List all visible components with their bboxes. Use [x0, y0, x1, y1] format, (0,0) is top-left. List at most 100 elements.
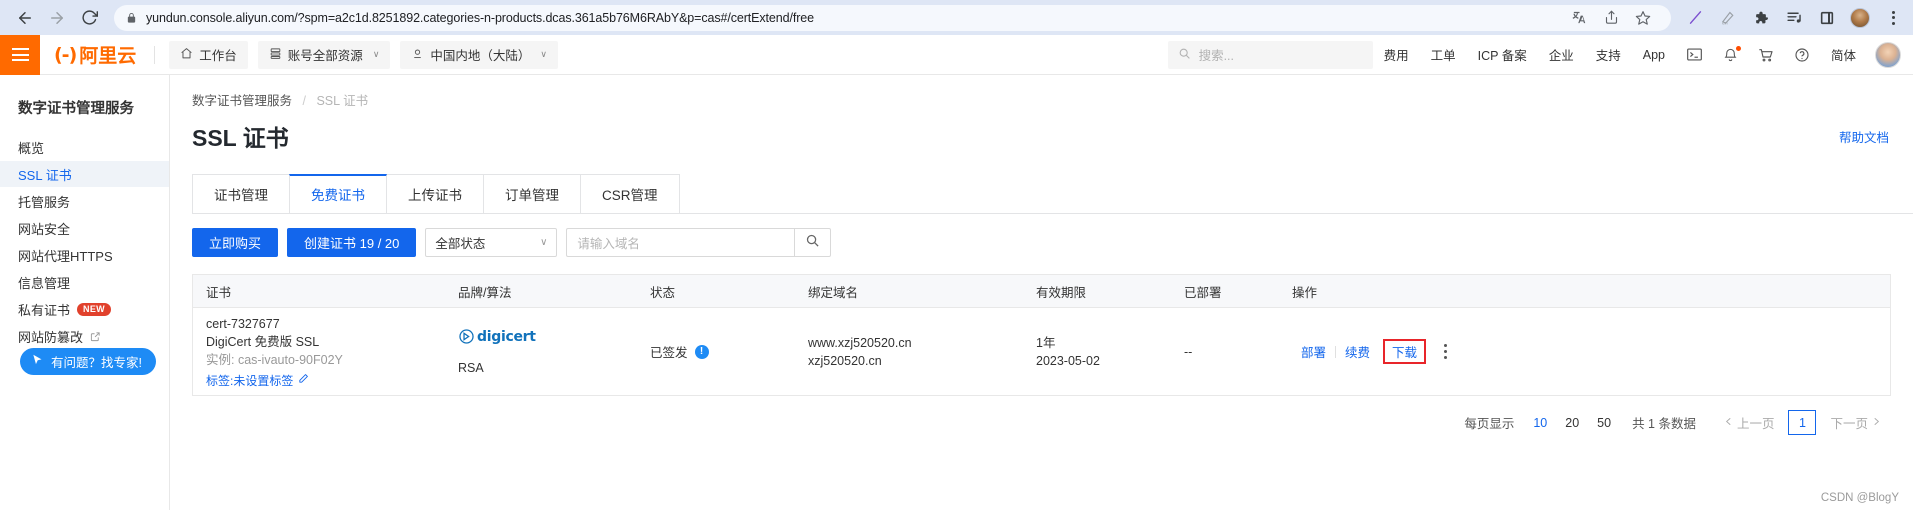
col-header-cert: 证书	[206, 285, 232, 300]
domain-search-button[interactable]	[794, 228, 832, 257]
status-badge: 已签发 !	[650, 342, 808, 361]
sidebar-item-ssl-cert[interactable]: SSL 证书	[0, 161, 169, 187]
search-icon	[805, 233, 820, 253]
bell-notification-icon[interactable]	[1713, 45, 1748, 63]
location-pin-icon	[411, 47, 424, 63]
nav-link-icp[interactable]: ICP 备案	[1467, 45, 1538, 64]
tab-label: 证书管理	[214, 188, 268, 203]
help-doc-link[interactable]: 帮助文档	[1839, 119, 1889, 146]
sidebar-item-info-management[interactable]: 信息管理	[0, 269, 169, 295]
main-content: 数字证书管理服务 / SSL 证书 SSL 证书 帮助文档 证书管理 免费证书 …	[170, 75, 1913, 510]
table-toolbar: 立即购买 创建证书 19 / 20 全部状态 ∨ 请输入域名	[170, 214, 1913, 257]
nav-resources[interactable]: 账号全部资源 ∨	[257, 40, 391, 69]
pen-icon[interactable]	[1685, 8, 1705, 28]
nav-language[interactable]: 简体	[1820, 45, 1867, 64]
bookmark-star-icon[interactable]	[1633, 8, 1653, 28]
tab-cert-management[interactable]: 证书管理	[192, 174, 290, 213]
edit-pencil-icon[interactable]	[298, 373, 309, 387]
per-page-50[interactable]: 50	[1588, 416, 1620, 430]
sidebar-title: 数字证书管理服务	[18, 101, 134, 117]
grammar-icon[interactable]: en	[1718, 8, 1738, 28]
address-bar[interactable]: yundun.console.aliyun.com/?spm=a2c1d.825…	[114, 4, 1671, 31]
buy-now-button[interactable]: 立即购买	[192, 228, 279, 257]
aliyun-logo[interactable]: (-) 阿里云	[40, 41, 150, 68]
per-page-10[interactable]: 10	[1524, 416, 1556, 430]
nav-region[interactable]: 中国内地（大陆） ∨	[400, 40, 559, 69]
hamburger-menu-icon[interactable]	[0, 34, 40, 75]
info-exclamation-icon[interactable]: !	[694, 344, 709, 359]
per-page-20[interactable]: 20	[1556, 416, 1588, 430]
shopping-cart-icon[interactable]	[1748, 47, 1784, 63]
cell-validity: 1年 2023-05-02	[1036, 334, 1184, 370]
nav-link-app[interactable]: App	[1632, 48, 1676, 62]
global-search-input[interactable]: 搜索...	[1167, 40, 1373, 69]
total-count: 共 1 条数据	[1632, 417, 1696, 431]
next-page-button[interactable]: 下一页	[1822, 413, 1889, 432]
chevron-down-icon: ∨	[540, 49, 548, 59]
chrome-menu-kebab-icon[interactable]	[1883, 8, 1903, 28]
terminal-icon[interactable]	[1676, 47, 1713, 62]
sidebar-item-website-security[interactable]: 网站安全	[0, 215, 169, 241]
sidebar-item-tamper-proof[interactable]: 网站防篡改	[0, 323, 169, 349]
action-deploy[interactable]: 部署	[1292, 342, 1335, 361]
cell-actions: 部署 续费 下载	[1292, 339, 1890, 364]
browser-toolbar: yundun.console.aliyun.com/?spm=a2c1d.825…	[0, 0, 1913, 35]
nav-workbench[interactable]: 工作台	[169, 40, 248, 69]
tab-csr-management[interactable]: CSR管理	[580, 174, 680, 213]
url-text: yundun.console.aliyun.com/?spm=a2c1d.825…	[146, 10, 815, 25]
ask-expert-button[interactable]: 有问题？找专家!	[20, 348, 156, 375]
nav-divider	[154, 45, 156, 64]
more-vertical-dots-icon[interactable]	[1430, 344, 1448, 359]
media-list-icon[interactable]	[1784, 8, 1804, 28]
nav-link-enterprise[interactable]: 企业	[1538, 45, 1585, 64]
col-header-domains: 绑定域名	[808, 285, 859, 300]
share-icon[interactable]	[1601, 8, 1621, 28]
extensions-toolbar: en	[1681, 7, 1903, 28]
col-header-actions: 操作	[1292, 285, 1318, 300]
row-actions: 部署 续费 下载	[1292, 339, 1878, 364]
extensions-puzzle-icon[interactable]	[1751, 8, 1771, 28]
prev-page-label: 上一页	[1736, 417, 1775, 431]
action-renew[interactable]: 续费	[1336, 342, 1379, 361]
profile-avatar-icon[interactable]	[1850, 7, 1870, 28]
prev-page-button[interactable]: 上一页	[1716, 413, 1783, 432]
notification-badge	[1735, 45, 1741, 51]
sidebar: 数字证书管理服务 概览 SSL 证书 托管服务 网站安全 网站代理HTTPS 信…	[0, 75, 181, 510]
sidebar-item-hosting[interactable]: 托管服务	[0, 188, 169, 214]
domain-search: 请输入域名	[566, 228, 832, 257]
breadcrumb-parent[interactable]: 数字证书管理服务	[192, 94, 292, 108]
forward-arrow-icon[interactable]	[42, 3, 72, 33]
sidebar-item-overview[interactable]: 概览	[0, 134, 169, 160]
status-filter-select[interactable]: 全部状态 ∨	[425, 228, 558, 257]
tab-label: 免费证书	[311, 188, 365, 203]
action-download[interactable]: 下载	[1390, 346, 1419, 360]
nav-link-support[interactable]: 支持	[1585, 45, 1632, 64]
sidebar-item-label: 网站防篡改	[18, 329, 84, 345]
current-page[interactable]: 1	[1788, 410, 1817, 435]
aliyun-nav-right: 费用 工单 ICP 备案 企业 支持 App 简体	[1373, 41, 1913, 68]
tab-free-cert[interactable]: 免费证书	[289, 174, 387, 213]
table-header-row: 证书 品牌/算法 状态 绑定域名 有效期限 已部署 操作	[193, 275, 1890, 308]
chevron-right-icon	[1872, 416, 1881, 430]
nav-link-tickets[interactable]: 工单	[1420, 45, 1467, 64]
create-cert-button[interactable]: 创建证书 19 / 20	[287, 228, 417, 257]
reload-icon[interactable]	[74, 3, 104, 33]
tab-order-management[interactable]: 订单管理	[483, 174, 581, 213]
domain-search-input[interactable]: 请输入域名	[566, 228, 795, 257]
help-circle-icon[interactable]	[1784, 47, 1820, 63]
expiry-date: 2023-05-02	[1036, 353, 1100, 368]
sidebar-item-label: 信息管理	[18, 275, 71, 291]
page-header: SSL 证书 帮助文档	[170, 109, 1913, 153]
domain-secondary: xzj520520.cn	[808, 353, 882, 368]
tab-upload-cert[interactable]: 上传证书	[386, 174, 484, 213]
cert-tag[interactable]: 标签:未设置标签	[206, 372, 458, 389]
cert-name: DigiCert 免费版 SSL	[206, 334, 320, 349]
sidebar-panel-icon[interactable]	[1817, 8, 1837, 28]
user-avatar[interactable]	[1875, 41, 1901, 68]
sidebar-item-proxy-https[interactable]: 网站代理HTTPS	[0, 242, 169, 268]
back-arrow-icon[interactable]	[10, 3, 40, 33]
sidebar-item-private-cert[interactable]: 私有证书 NEW	[0, 296, 169, 322]
nav-link-fees[interactable]: 费用	[1373, 45, 1420, 64]
translate-icon[interactable]	[1569, 8, 1589, 28]
breadcrumb: 数字证书管理服务 / SSL 证书	[170, 75, 1913, 109]
